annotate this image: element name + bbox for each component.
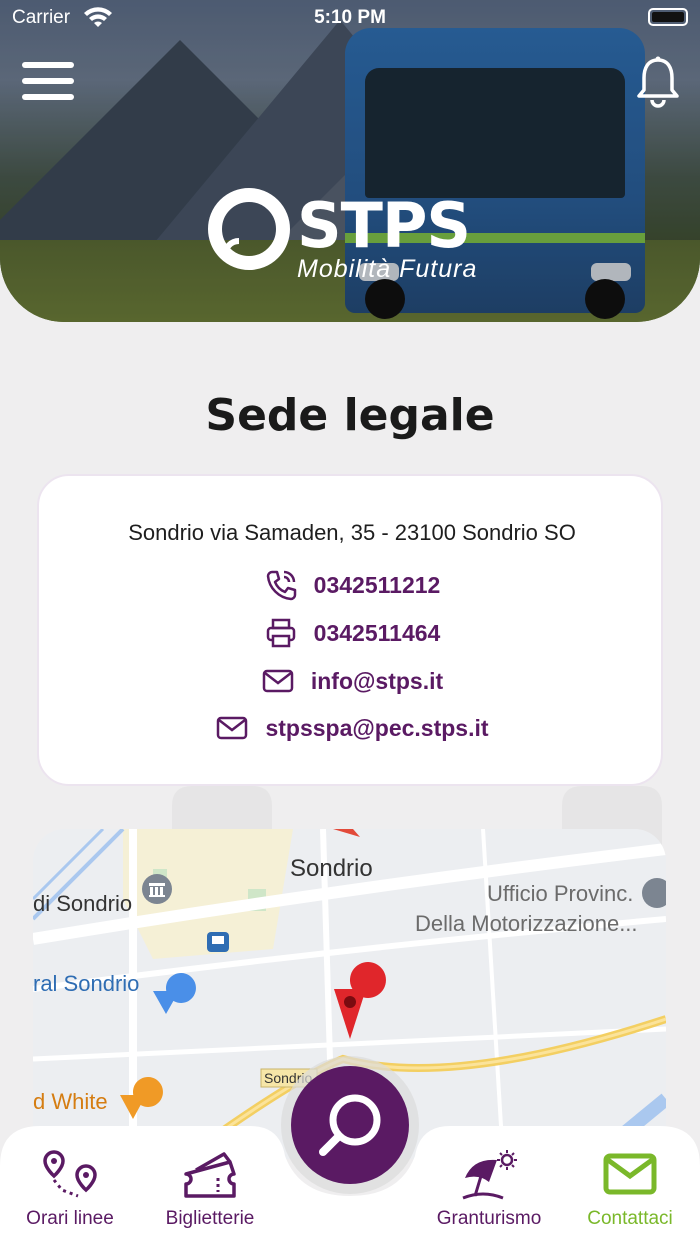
ticket-icon: [184, 1152, 236, 1198]
bell-icon[interactable]: [636, 56, 680, 108]
map-label: d White: [33, 1089, 108, 1114]
phone-icon: [266, 570, 296, 601]
fax-row[interactable]: 0342511464: [39, 616, 665, 650]
tab-granturismo[interactable]: Granturismo: [419, 1148, 559, 1230]
map-label: di Sondrio: [33, 891, 133, 916]
header-hero: Carrier 5:10 PM STPS Mobilità Futura: [0, 0, 700, 322]
map-label: ral Sondrio: [33, 971, 140, 996]
envelope-icon: [262, 669, 294, 693]
email-row[interactable]: info@stps.it: [39, 664, 665, 698]
status-time: 5:10 PM: [314, 7, 386, 28]
tab-contattaci[interactable]: Contattaci: [560, 1148, 700, 1230]
brand-tagline: Mobilità Futura: [297, 255, 478, 283]
envelope-icon: [603, 1153, 657, 1195]
page-title: Sede legale: [205, 390, 495, 441]
brand-wordmark: STPS: [297, 189, 471, 262]
fax-number[interactable]: 0342511464: [314, 620, 441, 647]
tab-label: Orari linee: [26, 1208, 114, 1229]
email-address[interactable]: info@stps.it: [311, 668, 443, 695]
pec-address[interactable]: stpsspa@pec.stps.it: [265, 715, 488, 742]
stps-logo: STPS Mobilità Futura: [205, 185, 505, 285]
tab-label: Contattaci: [587, 1208, 673, 1229]
tab-orari-linee[interactable]: Orari linee: [0, 1148, 140, 1230]
map-label: Ufficio Provinc.: [487, 881, 634, 906]
printer-icon: [266, 618, 295, 648]
phone-number[interactable]: 0342511212: [314, 572, 441, 599]
tab-label: Biglietterie: [165, 1208, 255, 1229]
status-bar: Carrier 5:10 PM: [0, 0, 700, 36]
tab-biglietterie[interactable]: Biglietterie: [140, 1148, 280, 1230]
phone-row[interactable]: 0342511212: [39, 568, 665, 602]
contact-card: Sondrio via Samaden, 35 - 23100 Sondrio …: [37, 474, 663, 786]
pec-row[interactable]: stpsspa@pec.stps.it: [39, 711, 665, 745]
hamburger-menu-icon[interactable]: [22, 62, 74, 102]
battery-icon: [648, 8, 688, 26]
map-label-city: Sondrio: [290, 855, 373, 882]
address-text: Sondrio via Samaden, 35 - 23100 Sondrio …: [128, 520, 576, 545]
route-pins-icon: [43, 1150, 97, 1198]
beach-umbrella-icon: [462, 1150, 517, 1200]
tab-label: Granturismo: [436, 1208, 542, 1229]
search-button[interactable]: [291, 1066, 409, 1184]
map-label: Della Motorizzazione...: [415, 911, 638, 936]
logo-mark-icon: [208, 188, 290, 270]
search-icon: [319, 1094, 381, 1156]
envelope-icon: [217, 716, 248, 740]
